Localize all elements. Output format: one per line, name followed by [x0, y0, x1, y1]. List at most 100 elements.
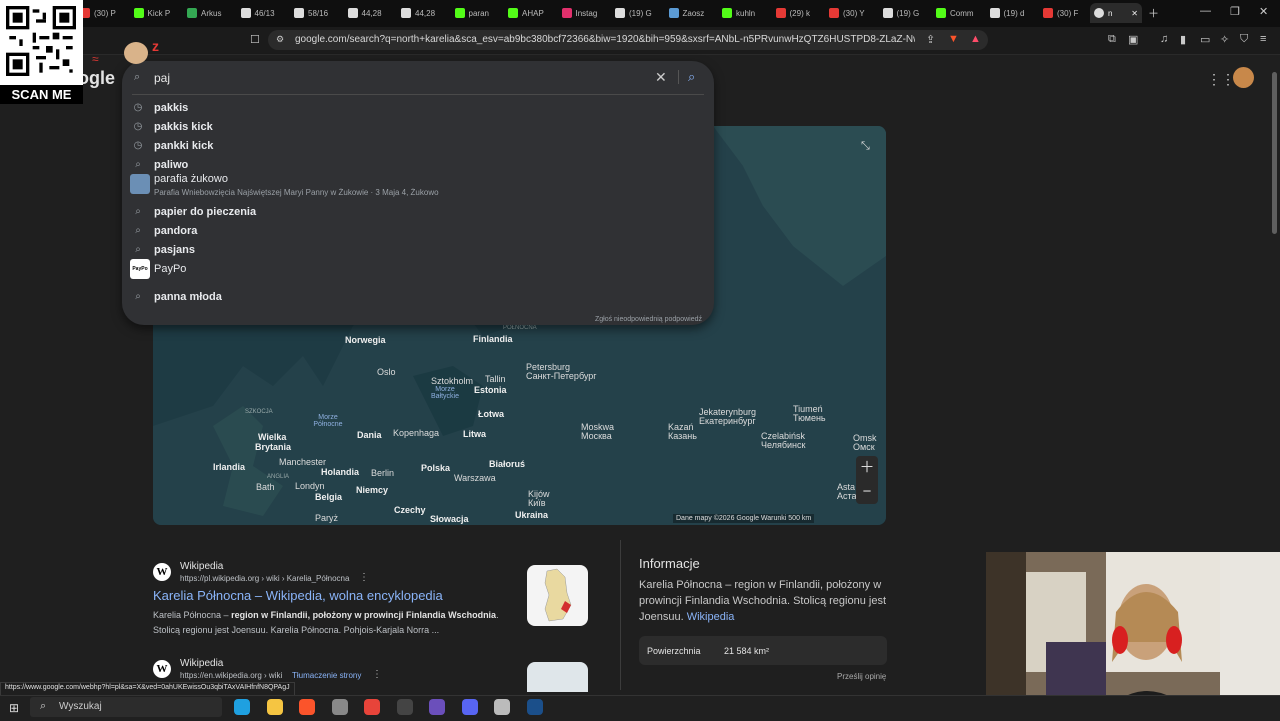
feedback-link[interactable]: Prześlij opinię — [837, 672, 886, 681]
map-label[interactable]: Białoruś — [489, 459, 525, 469]
clear-search-icon[interactable]: ✕ — [655, 69, 667, 86]
result-url[interactable]: https://en.wikipedia.org › wiki — [180, 671, 282, 680]
map-label[interactable]: Екатеринбург — [699, 416, 756, 426]
translate-page-link[interactable]: Tłumaczenie strony — [292, 671, 361, 680]
map-label[interactable]: Norwegia — [345, 335, 386, 345]
restore-icon[interactable]: ❐ — [1230, 5, 1240, 18]
browser-tab[interactable]: Comm — [936, 3, 989, 23]
browser-tab[interactable]: (19) G — [615, 3, 668, 23]
tab-active[interactable]: n ✕ — [1090, 3, 1142, 23]
map-label[interactable]: Manchester — [279, 457, 326, 467]
result-site-name[interactable]: Wikipedia — [180, 658, 223, 669]
obs-icon[interactable] — [396, 699, 413, 715]
suggestion-item[interactable]: ⌕ panna młoda — [122, 287, 714, 306]
file-explorer-icon[interactable] — [266, 699, 283, 715]
music-icon[interactable]: ♫ — [1160, 33, 1168, 45]
map-label[interactable]: Polska — [421, 463, 450, 473]
result-thumbnail[interactable] — [527, 662, 588, 692]
suggestion-item[interactable]: ◷ pankki kick — [122, 136, 714, 155]
map-label[interactable]: Brytania — [255, 442, 291, 452]
map-label[interactable]: Wielka — [258, 432, 286, 442]
suggestion-item[interactable]: ⌕ pasjans — [122, 240, 714, 259]
suggestion-item[interactable]: PayPo PayPo — [122, 258, 714, 279]
avatar[interactable] — [1233, 67, 1254, 88]
bookmark-icon[interactable]: ☐ — [250, 33, 260, 46]
result-thumbnail[interactable] — [527, 565, 588, 626]
map-label[interactable]: Tallin — [485, 374, 506, 384]
map-label[interactable]: Łotwa — [478, 409, 504, 419]
map-label[interactable]: Estonia — [474, 385, 507, 395]
browser-tab[interactable]: 46/13 — [240, 3, 294, 23]
apps-grid-icon[interactable]: ⋮⋮ — [1207, 71, 1235, 88]
more-options-icon[interactable]: ⋮ — [359, 572, 369, 583]
new-tab-icon[interactable]: ＋ — [1148, 5, 1159, 21]
map-label[interactable]: Аста — [837, 491, 857, 501]
edge-icon[interactable] — [234, 699, 250, 715]
map-label[interactable]: Belgia — [315, 492, 342, 502]
map-label[interactable]: Kopenhaga — [393, 428, 439, 438]
map-label[interactable]: Тюмень — [793, 413, 826, 423]
browser-tab[interactable]: (30) F — [1043, 3, 1096, 23]
map-label[interactable]: SZKOCJA — [245, 409, 273, 415]
close-tab-icon[interactable]: ✕ — [1131, 9, 1138, 18]
leo-ai-icon[interactable]: ✧ — [1220, 33, 1229, 46]
share-icon[interactable]: ⇪ — [926, 33, 935, 46]
browser-tab[interactable]: (30) Y — [829, 3, 882, 23]
browser-tab[interactable]: Zaosz — [668, 3, 722, 23]
url-text[interactable]: google.com/search?q=north+karelia&sca_es… — [295, 34, 915, 45]
report-suggestion-link[interactable]: Zgłoś nieodpowiednią podpowiedź — [595, 316, 702, 323]
info-source-link[interactable]: Wikipedia — [687, 611, 735, 623]
windows-start-icon[interactable]: ⊞ — [9, 701, 19, 715]
extensions-icon[interactable]: ⧉ — [1108, 33, 1116, 46]
close-window-icon[interactable]: ✕ — [1259, 5, 1268, 18]
browser-tab[interactable]: 44,28 — [347, 3, 401, 23]
browser-tab[interactable]: (30) P — [80, 3, 133, 23]
browser-tab[interactable]: Kick P — [133, 3, 187, 23]
map-label[interactable]: Londyn — [295, 481, 325, 491]
map-label[interactable]: Dania — [357, 430, 382, 440]
map-label[interactable]: Sztokholm — [431, 376, 473, 386]
browser-tab[interactable]: AHAP — [508, 3, 561, 23]
chrome-icon[interactable] — [364, 699, 380, 715]
map-label[interactable]: Київ — [528, 498, 546, 508]
map-label[interactable]: Berlin — [371, 468, 394, 478]
steam-icon[interactable] — [526, 699, 543, 715]
map-label[interactable]: Ukraina — [515, 510, 548, 520]
browser-tab[interactable]: (29) k — [775, 3, 829, 23]
suggestion-item[interactable]: ⌕ pandora — [122, 221, 714, 240]
fullscreen-icon[interactable]: ⤡ — [861, 140, 870, 153]
app-icon[interactable] — [331, 699, 348, 715]
search-input[interactable]: paj — [154, 71, 170, 85]
minimize-icon[interactable]: — — [1200, 5, 1211, 17]
zoom-out-icon[interactable]: − — [856, 480, 878, 504]
wallet-icon[interactable]: ▭ — [1200, 33, 1210, 46]
site-info-icon[interactable]: ⚙ — [276, 34, 284, 45]
map-label[interactable]: Czechy — [394, 505, 426, 515]
screenshot-icon[interactable]: ▣ — [1128, 33, 1138, 46]
brave-icon[interactable] — [299, 699, 315, 715]
browser-tab[interactable]: Arkus — [187, 3, 240, 23]
vpn-icon[interactable]: ⛉ — [1240, 33, 1248, 46]
map-label[interactable]: Омск — [853, 442, 875, 452]
result-url[interactable]: https://pl.wikipedia.org › wiki › Kareli… — [180, 574, 349, 583]
google-logo[interactable]: ogle — [78, 68, 115, 89]
map-label[interactable]: ANGLIA — [267, 474, 289, 480]
brave-shield-icon[interactable]: ▼ — [948, 33, 959, 45]
browser-tab[interactable]: 44,28 — [401, 3, 454, 23]
map-label[interactable]: Москва — [581, 431, 612, 441]
map-label[interactable]: Irlandia — [213, 462, 245, 472]
taskbar-search-label[interactable]: Wyszukaj — [59, 701, 102, 712]
app-icon[interactable] — [429, 699, 445, 715]
suggestion-item[interactable]: ◷ pakkis — [122, 98, 714, 117]
sidebar-icon[interactable]: ▮ — [1180, 33, 1186, 46]
suggestion-item[interactable]: parafia żukowo Parafia Wniebowzięcia Najś… — [122, 173, 714, 200]
scrollbar-thumb[interactable] — [1272, 72, 1277, 234]
zoom-in-icon[interactable]: ＋ — [856, 456, 878, 480]
browser-tab[interactable]: paran — [454, 3, 508, 23]
suggestion-item[interactable]: ◷ pakkis kick — [122, 117, 714, 136]
browser-tab[interactable]: 58/16 — [294, 3, 347, 23]
suggestion-item[interactable]: ⌕ paliwo — [122, 155, 714, 174]
map-label[interactable]: Warszawa — [454, 473, 496, 483]
map-label[interactable]: Челябинск — [761, 440, 805, 450]
suggestion-item[interactable]: ⌕ papier do pieczenia — [122, 202, 714, 221]
